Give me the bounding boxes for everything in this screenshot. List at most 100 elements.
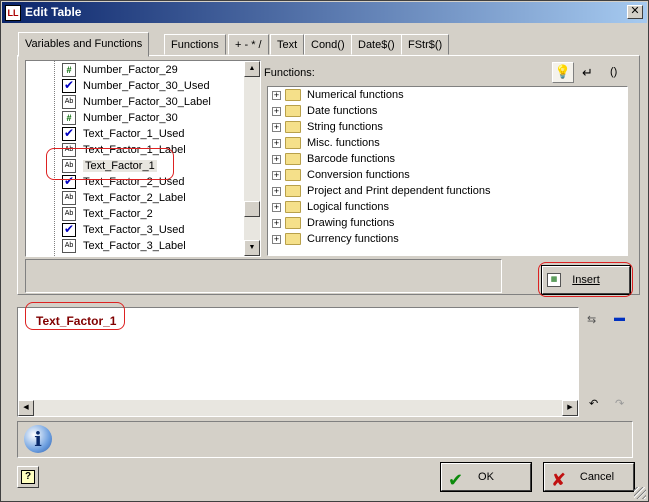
tab-date[interactable]: Date$(): [351, 34, 402, 55]
expand-icon[interactable]: +: [272, 218, 281, 228]
editor-hscrollbar[interactable]: ◀ ▶: [18, 400, 578, 416]
variable-label: Text_Factor_1_Used: [83, 127, 185, 140]
cancel-button[interactable]: ✘ Cancel: [544, 463, 634, 491]
tab-functions[interactable]: Functions: [164, 34, 226, 55]
hint-button[interactable]: 💡: [552, 62, 574, 83]
function-group-label: String functions: [307, 121, 383, 133]
tab-text[interactable]: Text: [270, 34, 305, 55]
function-group-item[interactable]: + Project and Print dependent functions: [272, 185, 490, 201]
save-icon[interactable]: ▬: [614, 312, 625, 324]
expand-icon[interactable]: +: [272, 154, 281, 164]
function-group-label: Conversion functions: [307, 169, 410, 181]
scroll-down-button[interactable]: ▼: [244, 240, 260, 256]
variable-item[interactable]: ✔ Number_Factor_30_Used: [62, 79, 210, 95]
function-group-label: Logical functions: [307, 201, 389, 213]
app-icon: LL: [5, 5, 21, 21]
edit-table-dialog: LL Edit Table ✕ Variables and Functions …: [0, 0, 649, 502]
function-group-item[interactable]: + Misc. functions: [272, 137, 380, 153]
tree-line: [54, 61, 55, 256]
tab-operators[interactable]: + - * /: [228, 34, 269, 55]
expand-icon[interactable]: +: [272, 202, 281, 212]
arrow-right-icon: ▶: [567, 404, 573, 411]
variable-label: Text_Factor_2_Used: [83, 175, 185, 188]
text-field-icon: Ab: [62, 239, 76, 253]
undo-icon[interactable]: ↶: [589, 397, 598, 410]
variable-item[interactable]: Ab Text_Factor_2_Label: [62, 191, 186, 207]
expression-editor[interactable]: Text_Factor_1 ◀ ▶: [17, 307, 579, 417]
variable-item[interactable]: ✔ Text_Factor_2_Used: [62, 175, 185, 191]
variable-label: Text_Factor_1: [83, 159, 157, 172]
folder-icon: [285, 169, 301, 182]
scroll-right-button[interactable]: ▶: [562, 400, 578, 416]
variable-item[interactable]: # Number_Factor_29: [62, 63, 178, 79]
function-group-label: Misc. functions: [307, 137, 380, 149]
functions-label: Functions:: [264, 67, 315, 79]
insert-button[interactable]: ▦ Insert: [542, 266, 630, 294]
variable-label: Number_Factor_30: [83, 111, 178, 124]
tab-variables-and-functions[interactable]: Variables and Functions: [18, 32, 150, 57]
function-group-item[interactable]: + Date functions: [272, 105, 377, 121]
insert-table-icon: ▦: [547, 273, 561, 287]
tab-cond[interactable]: Cond(): [304, 34, 352, 55]
function-group-item[interactable]: + Drawing functions: [272, 217, 394, 233]
help-button[interactable]: ?: [17, 466, 39, 488]
folder-icon: [285, 121, 301, 134]
close-button[interactable]: ✕: [627, 5, 643, 19]
variables-scrollbar[interactable]: ▲ ▼: [244, 61, 260, 256]
text-field-icon: Ab: [62, 207, 76, 221]
variable-label: Text_Factor_1_Label: [83, 143, 186, 156]
folder-icon: [285, 137, 301, 150]
variable-item[interactable]: ✔ Text_Factor_3_Used: [62, 223, 185, 239]
function-group-item[interactable]: + Conversion functions: [272, 169, 410, 185]
scroll-left-button[interactable]: ◀: [18, 400, 34, 416]
variable-item[interactable]: ✔ Text_Factor_1_Used: [62, 127, 185, 143]
checkbox-field-icon: ✔: [62, 126, 76, 141]
variable-label: Text_Factor_2_Label: [83, 191, 186, 204]
variable-item[interactable]: Ab Text_Factor_1_Label: [62, 143, 186, 159]
variable-item[interactable]: Ab Text_Factor_3_Label: [62, 239, 186, 255]
scroll-up-button[interactable]: ▲: [244, 61, 260, 77]
expand-icon[interactable]: +: [272, 170, 281, 180]
expand-icon[interactable]: +: [272, 186, 281, 196]
folder-icon: [285, 153, 301, 166]
text-field-icon: Ab: [62, 95, 76, 109]
variable-item[interactable]: Ab Number_Factor_30_Label: [62, 95, 211, 111]
parentheses-icon[interactable]: (): [610, 66, 617, 78]
folder-icon: [285, 233, 301, 246]
number-field-icon: #: [62, 63, 76, 77]
function-group-item[interactable]: + Logical functions: [272, 201, 389, 217]
variable-item[interactable]: Ab Text_Factor_1: [62, 159, 157, 175]
wrap-icon[interactable]: ⇆: [587, 313, 596, 326]
variables-tree[interactable]: # Number_Factor_29 ✔ Number_Factor_30_Used A…: [25, 60, 261, 257]
variable-item[interactable]: Ab Text_Factor_2: [62, 207, 153, 223]
expand-icon[interactable]: +: [272, 106, 281, 116]
folder-icon: [285, 89, 301, 102]
expression-text[interactable]: Text_Factor_1: [36, 314, 116, 328]
function-group-item[interactable]: + Currency functions: [272, 233, 399, 249]
ok-button[interactable]: ✔ OK: [441, 463, 531, 491]
checkbox-field-icon: ✔: [62, 222, 76, 237]
folder-icon: [285, 201, 301, 214]
cancel-button-label: Cancel: [579, 471, 615, 483]
variable-item[interactable]: # Number_Factor_30: [62, 111, 178, 127]
functions-tree[interactable]: + Numerical functions + Date functions + Stri…: [267, 86, 628, 256]
function-group-item[interactable]: + String functions: [272, 121, 383, 137]
redo-icon: ↷: [615, 398, 625, 410]
expand-icon[interactable]: +: [272, 234, 281, 244]
tab-fstr[interactable]: FStr$(): [401, 34, 450, 55]
variable-label: Text_Factor_3_Used: [83, 223, 185, 236]
function-group-item[interactable]: + Numerical functions: [272, 89, 404, 105]
checkbox-field-icon: ✔: [62, 78, 76, 93]
variable-label: Text_Factor_2: [83, 207, 153, 220]
function-group-label: Numerical functions: [307, 89, 404, 101]
function-group-item[interactable]: + Barcode functions: [272, 153, 395, 169]
expand-icon[interactable]: +: [272, 122, 281, 132]
arrow-down-icon: ▼: [248, 244, 256, 251]
title-bar[interactable]: LL Edit Table ✕: [2, 2, 647, 23]
expand-icon[interactable]: +: [272, 90, 281, 100]
return-icon[interactable]: ↵: [582, 65, 593, 81]
expand-icon[interactable]: +: [272, 138, 281, 148]
resize-grip[interactable]: [634, 487, 646, 499]
scroll-thumb[interactable]: [244, 201, 260, 217]
info-icon: i: [24, 425, 52, 453]
